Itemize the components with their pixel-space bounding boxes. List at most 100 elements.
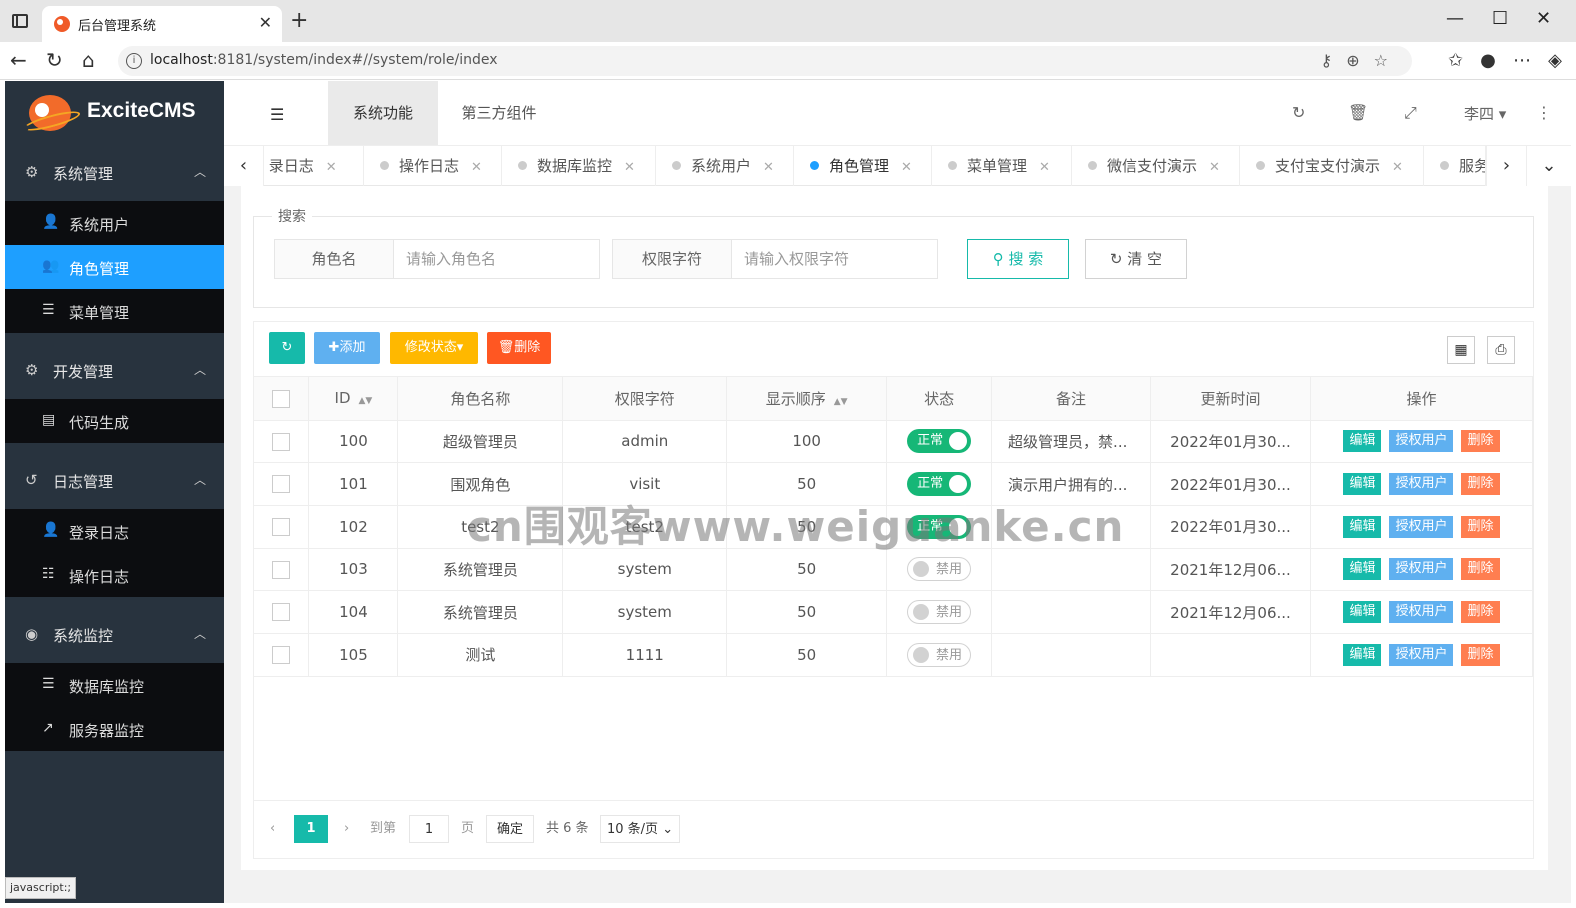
select-all-checkbox[interactable]: [254, 377, 310, 421]
perm-key-input[interactable]: 请输入权限字符: [732, 239, 938, 279]
page-tab[interactable]: 菜单管理 ✕: [932, 146, 1072, 186]
print-icon[interactable]: ⎙: [1487, 336, 1515, 364]
tab-third-party[interactable]: 第三方组件: [444, 81, 554, 145]
auth-user-button[interactable]: 授权用户: [1389, 643, 1454, 666]
browser-tab[interactable]: 后台管理系统 ✕: [42, 6, 282, 42]
role-name-input[interactable]: 请输入角色名: [394, 239, 600, 279]
row-checkbox[interactable]: [254, 462, 310, 506]
database-icon: ☰: [42, 676, 55, 692]
row-checkbox[interactable]: [254, 548, 310, 592]
trash-icon[interactable]: 🗑: [1348, 103, 1368, 122]
menu-group-system[interactable]: ⚙ 系统管理 ︿: [5, 145, 224, 201]
row-checkbox[interactable]: [254, 633, 310, 677]
menu-group-logs[interactable]: ↺ 日志管理 ︿: [5, 453, 224, 509]
home-icon[interactable]: ⌂: [82, 50, 95, 70]
col-status: 状态: [886, 377, 993, 421]
fold-menu-icon[interactable]: ☰: [270, 105, 284, 124]
user-menu[interactable]: 李四 ▾: [1464, 103, 1506, 124]
reload-button[interactable]: ↻: [269, 332, 305, 364]
sidebar-item-menus[interactable]: ☰ 菜单管理: [5, 289, 224, 333]
row-delete-button[interactable]: 删除: [1461, 473, 1500, 496]
url-field[interactable]: i localhost:8181/system/index#//system/r…: [118, 46, 1412, 76]
chevron-left-icon[interactable]: ‹: [224, 146, 264, 186]
clear-button[interactable]: ↻ 清 空: [1085, 239, 1187, 279]
sidebar-item-oper-log[interactable]: ☷ 操作日志: [5, 553, 224, 597]
row-delete-button[interactable]: 删除: [1461, 515, 1500, 538]
close-icon: ✕: [471, 160, 482, 175]
row-checkbox[interactable]: [254, 590, 310, 634]
sidebar-item-codegen[interactable]: ▤ 代码生成: [5, 399, 224, 443]
close-window-icon[interactable]: ✕: [1536, 8, 1551, 29]
page-tab[interactable]: 支付宝支付演示 ✕: [1240, 146, 1424, 186]
refresh-icon[interactable]: ↻: [46, 50, 63, 70]
row-checkbox[interactable]: [254, 505, 310, 549]
minimize-icon[interactable]: —: [1446, 8, 1464, 29]
edit-button[interactable]: 编辑: [1343, 558, 1382, 581]
info-icon[interactable]: i: [126, 53, 142, 69]
edit-button[interactable]: 编辑: [1343, 515, 1382, 538]
add-button[interactable]: ✚添加: [314, 332, 380, 364]
sidebar-item-login-log[interactable]: 👤 登录日志: [5, 509, 224, 553]
back-icon[interactable]: ←: [10, 50, 27, 70]
goto-confirm-button[interactable]: 确定: [486, 815, 534, 843]
goto-page-input[interactable]: 1: [409, 815, 449, 843]
next-page-icon[interactable]: ›: [344, 815, 349, 843]
col-id[interactable]: ID ▲▼: [308, 377, 399, 421]
auth-user-button[interactable]: 授权用户: [1389, 515, 1454, 538]
browser-extension-icons[interactable]: ✩ ● ⋯ ◈: [1448, 50, 1562, 71]
tab-actions-icon[interactable]: [12, 14, 28, 28]
sidebar-item-server-monitor[interactable]: ↗ 服务器监控: [5, 707, 224, 751]
edit-button[interactable]: 编辑: [1343, 473, 1382, 496]
search-button[interactable]: ⚲ 搜 索: [967, 239, 1069, 279]
sidebar-item-db-monitor[interactable]: ☰ 数据库监控: [5, 663, 224, 707]
status-toggle[interactable]: 禁用: [907, 600, 972, 625]
page-tab[interactable]: 数据库监控 ✕: [502, 146, 656, 186]
page-tab-active[interactable]: 角色管理 ✕: [794, 146, 932, 186]
delete-button[interactable]: 🗑删除: [487, 332, 551, 364]
page-tab[interactable]: 服务器: [1424, 146, 1486, 186]
sidebar-item-users[interactable]: 👤 系统用户: [5, 201, 224, 245]
col-order[interactable]: 显示顺序 ▲▼: [726, 377, 888, 421]
refresh-icon[interactable]: ↻: [1292, 103, 1305, 122]
page-size-select[interactable]: 10 条/页 ⌄: [600, 815, 681, 843]
status-toggle[interactable]: 禁用: [907, 557, 972, 582]
submenu-dev: ▤ 代码生成: [5, 399, 224, 443]
watermark: cn围观客www.weiguanke.cn: [467, 502, 1125, 551]
chevron-right-icon[interactable]: ›: [1486, 146, 1526, 186]
auth-user-button[interactable]: 授权用户: [1389, 473, 1454, 496]
gears-icon: ⚙: [25, 361, 39, 379]
status-toggle[interactable]: 禁用: [907, 642, 972, 667]
more-vertical-icon[interactable]: ⋮: [1536, 103, 1552, 122]
new-tab-icon[interactable]: +: [290, 8, 308, 33]
col-actions: 操作: [1310, 377, 1534, 421]
tab-system-functions[interactable]: 系统功能: [328, 81, 438, 145]
page-tab[interactable]: 系统用户 ✕: [656, 146, 794, 186]
edit-button[interactable]: 编辑: [1343, 430, 1382, 453]
sidebar-item-roles[interactable]: 👥 角色管理: [5, 245, 224, 289]
page-1[interactable]: 1: [294, 815, 328, 843]
chevron-down-icon[interactable]: ⌄: [1526, 146, 1571, 186]
page-tab[interactable]: 微信支付演示 ✕: [1072, 146, 1240, 186]
fullscreen-icon[interactable]: ⤢: [1404, 103, 1417, 123]
menu-group-dev[interactable]: ⚙ 开发管理 ︿: [5, 343, 224, 399]
page-tab[interactable]: 录日志 ✕: [264, 146, 364, 186]
page-tab[interactable]: 操作日志 ✕: [364, 146, 502, 186]
row-delete-button[interactable]: 删除: [1461, 643, 1500, 666]
row-delete-button[interactable]: 删除: [1461, 430, 1500, 453]
columns-icon[interactable]: ▦: [1447, 336, 1475, 364]
modify-status-button[interactable]: 修改状态▾: [390, 332, 478, 364]
url-actions-icons[interactable]: ⚷⊕☆: [1321, 51, 1402, 70]
row-checkbox[interactable]: [254, 420, 310, 464]
maximize-icon[interactable]: ☐: [1492, 8, 1508, 29]
prev-page-icon[interactable]: ‹: [270, 815, 275, 843]
auth-user-button[interactable]: 授权用户: [1389, 558, 1454, 581]
row-delete-button[interactable]: 删除: [1461, 601, 1500, 624]
edit-button[interactable]: 编辑: [1343, 601, 1382, 624]
edit-button[interactable]: 编辑: [1343, 643, 1382, 666]
auth-user-button[interactable]: 授权用户: [1389, 430, 1454, 453]
auth-user-button[interactable]: 授权用户: [1389, 601, 1454, 624]
close-tab-icon[interactable]: ✕: [259, 13, 272, 32]
status-toggle[interactable]: 正常: [907, 429, 972, 454]
menu-group-monitor[interactable]: ◉ 系统监控 ︿: [5, 607, 224, 663]
row-delete-button[interactable]: 删除: [1461, 558, 1500, 581]
